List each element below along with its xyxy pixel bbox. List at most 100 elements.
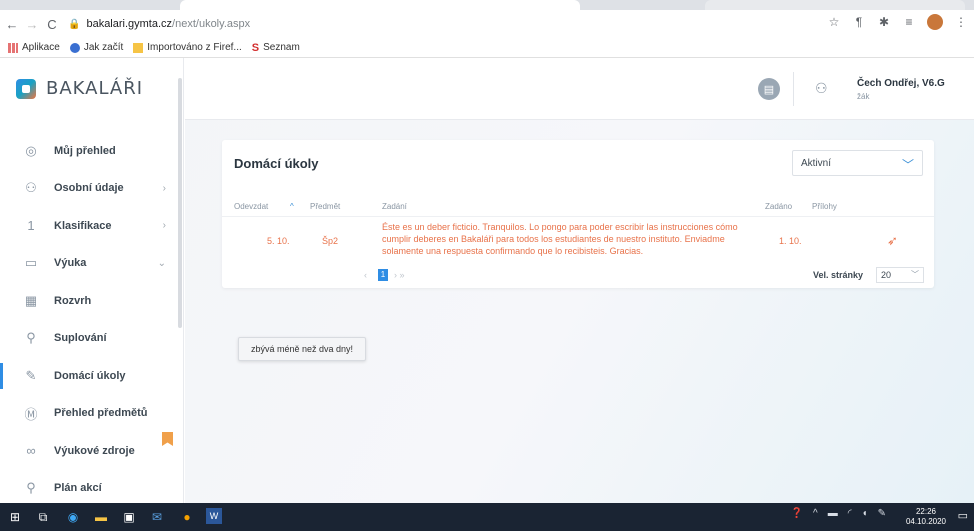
row-task: Éste es un deber ficticio. Tranquilos. L…: [382, 222, 738, 256]
substitution-icon: ⚲: [26, 330, 36, 346]
events-icon: ⚲: [26, 480, 36, 496]
sidebar-menu: ◎ Můj přehled ⚇ Osobní údaje › 1 Klasifi…: [0, 132, 178, 507]
sidebar-item-rozvrh[interactable]: ▦ Rozvrh: [0, 282, 178, 320]
bookmarks-bar: Aplikace Jak začít Importováno z Firef..…: [0, 38, 974, 58]
sort-asc-icon[interactable]: ^: [290, 202, 294, 211]
dashboard-icon: ◎: [25, 142, 37, 158]
sidebar-item-label: Přehled předmětů: [54, 407, 148, 420]
bookmark-imported[interactable]: Importováno z Firef...: [133, 42, 242, 53]
resources-icon: ∞: [26, 443, 36, 459]
lock-icon: 🔒: [68, 18, 81, 30]
message-icon[interactable]: ▤: [758, 78, 780, 100]
status-filter-select[interactable]: Aktivní ﹀: [792, 150, 923, 176]
notification-icon[interactable]: ▭: [958, 509, 968, 522]
sidebar: BAKALÁŘI ◎ Můj přehled ⚇ Osobní údaje › …: [0, 58, 184, 503]
page-title: Domácí úkoly: [234, 156, 319, 171]
subjects-icon: Ⓜ: [24, 406, 38, 422]
star-icon[interactable]: ☆: [827, 15, 841, 29]
sidebar-item-domaci-ukoly[interactable]: ✎ Domácí úkoly: [0, 357, 178, 395]
browser-tab[interactable]: [705, 0, 965, 10]
chevron-down-icon: ﹀: [911, 270, 919, 279]
chevron-down-icon: ⌄: [157, 257, 166, 269]
task-view-icon[interactable]: ⧉: [34, 508, 52, 526]
chrome-icon[interactable]: ●: [178, 508, 196, 526]
bookmark-badge-icon[interactable]: [162, 432, 173, 446]
sidebar-item-suplovani[interactable]: ⚲ Suplování: [0, 320, 178, 358]
wifi-icon[interactable]: ◜: [848, 508, 852, 519]
sidebar-item-label: Můj přehled: [54, 144, 116, 157]
sidebar-item-prehled-predmetu[interactable]: Ⓜ Přehled předmětů: [0, 395, 178, 433]
file-explorer-icon[interactable]: ▬: [92, 508, 110, 526]
sidebar-item-muj-prehled[interactable]: ◎ Můj přehled: [0, 132, 178, 170]
browser-toolbar: ← → C 🔒 bakalari.gymta.cz /next/ukoly.as…: [0, 10, 974, 38]
address-bar[interactable]: 🔒 bakalari.gymta.cz /next/ukoly.aspx: [68, 13, 848, 35]
prev-page-icon[interactable]: ‹: [364, 270, 367, 280]
due-soon-tooltip: zbývá méně než dva dny!: [238, 337, 366, 361]
sidebar-item-label: Plán akcí: [54, 482, 102, 495]
sidebar-item-label: Domácí úkoly: [54, 369, 126, 382]
person-card-icon: ⚇: [25, 180, 37, 196]
sidebar-item-label: Suplování: [54, 332, 107, 345]
sidebar-item-osobni-udaje[interactable]: ⚇ Osobní údaje ›: [0, 170, 178, 208]
store-icon[interactable]: ▣: [120, 508, 138, 526]
logo[interactable]: BAKALÁŘI: [16, 78, 143, 99]
mail-icon[interactable]: ✉: [148, 508, 166, 526]
sidebar-item-label: Klasifikace: [54, 219, 112, 232]
volume-icon[interactable]: ◖: [862, 508, 868, 519]
browser-tabstrip: [0, 0, 974, 10]
extension-icon[interactable]: ¶: [852, 15, 866, 29]
chevron-up-icon[interactable]: ^: [813, 508, 818, 519]
pen-icon[interactable]: ✎: [878, 508, 886, 519]
sidebar-item-label: Výukové zdroje: [54, 444, 135, 457]
col-task[interactable]: Zadání: [382, 202, 407, 211]
firefox-icon: [69, 42, 80, 53]
sidebar-item-plan-akci[interactable]: ⚲ Plán akcí: [0, 470, 178, 508]
col-attachments: Přílohy: [812, 202, 837, 211]
user-name[interactable]: Čech Ondřej, V6.G: [857, 78, 945, 89]
clock[interactable]: 22:26 04.10.2020: [906, 507, 946, 527]
reading-list-icon[interactable]: ≡: [902, 15, 916, 29]
sidebar-item-klasifikace[interactable]: 1 Klasifikace ›: [0, 207, 178, 245]
user-role: žák: [857, 92, 870, 101]
reload-icon[interactable]: C: [44, 16, 60, 32]
page-size-label: Vel. stránky: [813, 270, 864, 280]
word-icon[interactable]: W: [206, 508, 222, 524]
status-filter-value: Aktivní: [801, 157, 832, 169]
schedule-icon: ▦: [24, 292, 38, 308]
clock-time: 22:26: [915, 507, 936, 516]
puzzle-icon[interactable]: ✱: [877, 15, 891, 29]
bookmark-label: Jak začít: [83, 42, 124, 53]
chevron-down-icon: ﹀: [901, 158, 914, 172]
sidebar-item-vyuka[interactable]: ▭ Výuka ⌄: [0, 245, 178, 283]
battery-icon[interactable]: ▬: [828, 508, 838, 519]
next-page-icon[interactable]: › »: [394, 270, 405, 280]
windows-start-icon[interactable]: ⊞: [6, 508, 24, 526]
chevron-right-icon: ›: [162, 182, 166, 194]
bookmark-apps[interactable]: Aplikace: [8, 42, 60, 53]
browser-tab-active[interactable]: [180, 0, 580, 10]
page-size-select[interactable]: 20 ﹀: [876, 267, 924, 283]
row-subject: Šp2: [322, 236, 339, 246]
bookmark-jak-zacit[interactable]: Jak začít: [69, 42, 124, 53]
sidebar-item-vyukove-zdroje[interactable]: ∞ Výukové zdroje: [0, 432, 178, 470]
table-row[interactable]: 5. 10. Šp2 Éste es un deber ficticio. Tr…: [222, 216, 934, 267]
sidebar-item-label: Osobní údaje: [54, 182, 124, 195]
sidebar-scrollbar[interactable]: [178, 78, 182, 328]
apps-icon: [8, 42, 18, 53]
back-icon[interactable]: ←: [4, 16, 20, 32]
page-size-value: 20: [881, 270, 892, 280]
page-button[interactable]: 1: [378, 269, 388, 281]
main-content: ▤ ⚇ Čech Ondřej, V6.G žák Domácí úkoly A…: [185, 58, 974, 503]
col-subject[interactable]: Předmět: [310, 202, 340, 211]
send-icon[interactable]: ➶: [887, 233, 898, 249]
forward-icon[interactable]: →: [24, 16, 40, 32]
profile-avatar[interactable]: [927, 14, 943, 30]
col-due[interactable]: Odevzdat: [234, 202, 268, 211]
edge-icon[interactable]: ◉: [64, 508, 82, 526]
bookmark-seznam[interactable]: S Seznam: [252, 42, 300, 54]
help-icon[interactable]: ❓: [791, 508, 803, 519]
col-assigned[interactable]: Zadáno: [765, 202, 792, 211]
user-icon[interactable]: ⚇: [815, 80, 828, 97]
menu-icon[interactable]: ⋮: [954, 15, 968, 29]
app: BAKALÁŘI ◎ Můj přehled ⚇ Osobní údaje › …: [0, 58, 974, 503]
